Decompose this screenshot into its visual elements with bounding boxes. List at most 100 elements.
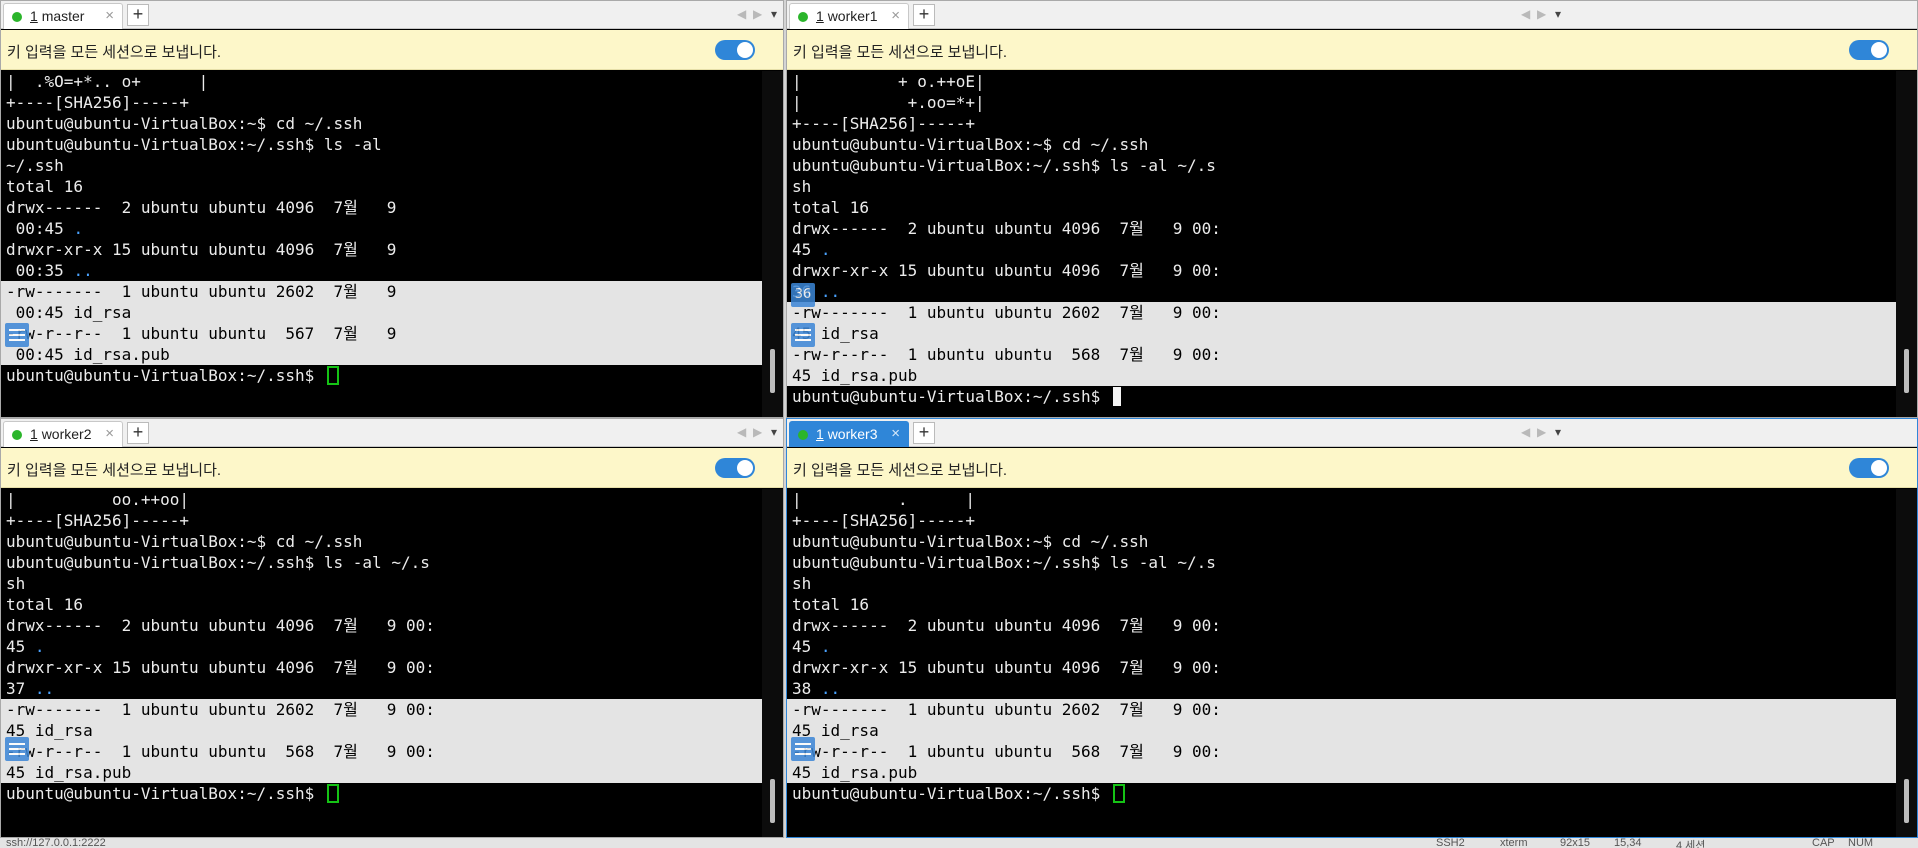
terminal-pane-master[interactable]: 1 master × + ◀ ▶ ▾ 키 입력을 모든 세션으로 보냅니다. |… [0,0,784,418]
tab-worker3[interactable]: 1 worker3 × [789,421,909,447]
terminal-line: ubuntu@ubuntu-VirtualBox:~$ cd ~/.ssh [6,532,363,551]
status-connection: ssh://127.0.0.1:2222 [6,838,106,848]
close-icon[interactable]: × [105,7,114,24]
terminal-output[interactable]: | + o.++oE| | +.oo=*+| +----[SHA256]-----+… [787,71,1896,417]
list-icon[interactable] [5,737,29,761]
terminal-line: 38 .. [792,679,841,698]
broadcast-toggle[interactable] [715,40,755,60]
tab-worker1[interactable]: 1 worker1 × [789,3,909,29]
session-status-icon [12,430,22,440]
terminal-line: -rw-r--r-- 1 ubuntu ubuntu 568 7월 9 00: [787,741,1896,762]
terminal-line: 37 .. [6,679,55,698]
chevron-down-icon[interactable]: ▾ [771,425,777,439]
broadcast-notice-text: 키 입력을 모든 세션으로 보냅니다. [7,462,222,479]
chevron-down-icon[interactable]: ▾ [1555,425,1561,439]
toggle-knob [737,460,753,476]
status-bar: ssh://127.0.0.1:2222 SSH2 xterm 92x15 15… [0,838,1918,848]
tab-label: worker1 [827,8,878,24]
broadcast-toggle[interactable] [715,458,755,478]
terminal-line: +----[SHA256]-----+ [6,511,190,530]
tab-label: worker2 [41,426,92,442]
chevron-down-icon[interactable]: ▾ [771,7,777,21]
arrow-left-icon[interactable]: ◀ [1521,425,1530,439]
directory-entry: . [34,637,45,656]
terminal-line: -rw------- 1 ubuntu ubuntu 2602 7월 9 00: [787,699,1896,720]
list-icon[interactable] [5,323,29,347]
broadcast-notice-text: 키 입력을 모든 세션으로 보냅니다. [793,44,1008,61]
list-icon[interactable] [791,323,815,347]
scrollbar-thumb[interactable] [1904,349,1909,393]
terminal-pane-worker2[interactable]: 1 worker2 × + ◀ ▶ ▾ 키 입력을 모든 세션으로 보냅니다. … [0,418,784,838]
close-icon[interactable]: × [105,425,114,442]
close-icon[interactable]: × [891,425,900,442]
terminal-line: 00:35 .. [6,261,93,280]
status-caps: CAP [1812,838,1835,848]
terminal-cursor [1112,784,1125,803]
terminal-line: drwx------ 2 ubuntu ubuntu 4096 7월 9 00: [6,616,435,635]
vertical-scrollbar[interactable] [1896,71,1917,417]
directory-entry: . [73,219,84,238]
terminal-line: -rw-r--r-- 1 ubuntu ubuntu 567 7월 9 [1,323,762,344]
vertical-scrollbar[interactable] [1896,489,1917,837]
terminal-line: ubuntu@ubuntu-VirtualBox:~/.ssh$ [1,783,762,804]
broadcast-toggle[interactable] [1849,458,1889,478]
broadcast-notice-text: 키 입력을 모든 세션으로 보냅니다. [7,44,222,61]
arrow-left-icon[interactable]: ◀ [1521,7,1530,21]
terminal-output[interactable]: | . | +----[SHA256]-----+ ubuntu@ubuntu-Vi… [787,489,1896,837]
vertical-scrollbar[interactable] [762,489,783,837]
terminal-line: ubuntu@ubuntu-VirtualBox:~/.ssh$ [1,365,762,386]
new-tab-button[interactable]: + [127,4,149,26]
terminal-output[interactable]: | .%O=+*.. o+ | +----[SHA256]-----+ ubuntu… [1,71,762,417]
broadcast-notice: 키 입력을 모든 세션으로 보냅니다. [1,30,783,70]
terminal-output[interactable]: | oo.++oo| +----[SHA256]-----+ ubuntu@ubun… [1,489,762,837]
tab-label: master [41,8,85,24]
arrow-right-icon[interactable]: ▶ [1537,7,1546,21]
tab-number: 1 [816,426,824,442]
scrollbar-thumb[interactable] [770,779,775,823]
session-status-icon [798,12,808,22]
session-status-icon [12,12,22,22]
terminal-line: drwx------ 2 ubuntu ubuntu 4096 7월 9 00: [792,616,1221,635]
new-tab-button[interactable]: + [913,422,935,444]
directory-entry: .. [73,261,93,280]
directory-entry: .. [820,282,841,301]
new-tab-button[interactable]: + [913,4,935,26]
arrow-left-icon[interactable]: ◀ [737,7,746,21]
tab-worker2[interactable]: 1 worker2 × [3,421,123,447]
broadcast-toggle[interactable] [1849,40,1889,60]
terminal-line: 00:45 id_rsa [1,302,762,323]
new-tab-button[interactable]: + [127,422,149,444]
terminal-line: 00:45 . [6,219,84,238]
terminal-line: 45 . [792,637,831,656]
scrollbar-thumb[interactable] [770,349,775,393]
terminal-line: -rw-r--r-- 1 ubuntu ubuntu 568 7월 9 00: [1,741,762,762]
terminal-line: sh [6,574,26,593]
terminal-line: | + o.++oE| [792,72,985,91]
terminal-line: 45 . [792,240,831,259]
terminal-line: -rw------- 1 ubuntu ubuntu 2602 7월 9 00: [1,699,762,720]
status-num: NUM [1848,838,1874,848]
terminal-line: total 16 [6,595,84,614]
terminal-line: | . | [792,490,976,509]
arrow-right-icon[interactable]: ▶ [1537,425,1546,439]
tab-label: worker3 [827,426,878,442]
terminal-line: drwx------ 2 ubuntu ubuntu 4096 7월 9 [6,198,397,217]
tab-master[interactable]: 1 master × [3,3,123,29]
terminal-line: 45 id_rsa [787,323,1896,344]
list-icon[interactable] [791,737,815,761]
arrow-right-icon[interactable]: ▶ [753,7,762,21]
terminal-pane-worker1[interactable]: 1 worker1 × + ◀ ▶ ▾ 키 입력을 모든 세션으로 보냅니다. … [786,0,1918,418]
status-terminal-size: 92x15 [1560,838,1590,848]
toggle-knob [737,42,753,58]
close-icon[interactable]: × [891,7,900,24]
broadcast-notice: 키 입력을 모든 세션으로 보냅니다. [787,448,1917,488]
terminal-pane-worker3[interactable]: 1 worker3 × + ◀ ▶ ▾ 키 입력을 모든 세션으로 보냅니다. … [786,418,1918,838]
chevron-down-icon[interactable]: ▾ [1555,7,1561,21]
arrow-right-icon[interactable]: ▶ [753,425,762,439]
vertical-scrollbar[interactable] [762,71,783,417]
scrollbar-thumb[interactable] [1904,779,1909,823]
session-badge-icon[interactable]: 36 [791,283,815,307]
terminal-line: 45 id_rsa.pub [787,762,1896,783]
arrow-left-icon[interactable]: ◀ [737,425,746,439]
terminal-line: drwxr-xr-x 15 ubuntu ubuntu 4096 7월 9 00… [6,658,435,677]
